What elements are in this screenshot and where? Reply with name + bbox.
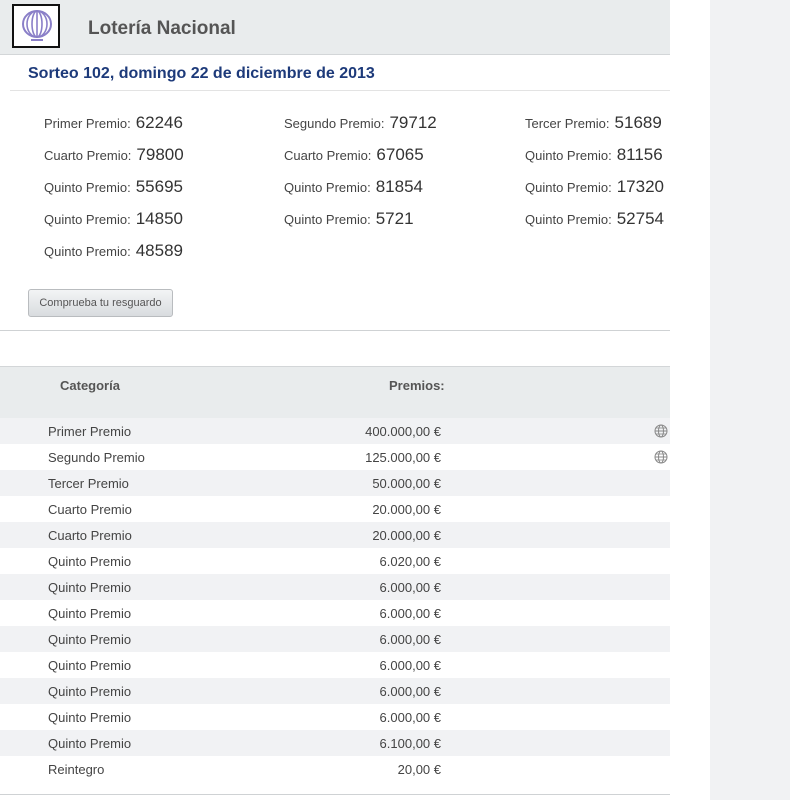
globe-icon[interactable] [654, 424, 668, 441]
row-category: Quinto Premio [48, 632, 132, 647]
prize-number: 62246 [135, 113, 183, 132]
prize-result: Quinto Premio: 81854 [284, 177, 423, 197]
prize-number: 81854 [375, 177, 423, 196]
table-row: Quinto Premio 6.100,00 € [0, 730, 670, 756]
table-row: Quinto Premio 6.000,00 € [0, 574, 670, 600]
draw-title: Sorteo 102, domingo 22 de diciembre de 2… [28, 65, 375, 82]
prize-result: Quinto Premio: 17320 [525, 177, 664, 197]
app-title: Lotería Nacional [88, 18, 236, 39]
prize-number: 51689 [614, 113, 662, 132]
row-category: Quinto Premio [48, 736, 132, 751]
table-row: Quinto Premio 6.000,00 € [0, 704, 670, 730]
prize-label: Quinto Premio: [284, 180, 371, 195]
prize-number: 79800 [136, 145, 184, 164]
column-header-category: Categoría [60, 378, 120, 393]
prize-label: Quinto Premio: [44, 212, 131, 227]
prize-result: Quinto Premio: 52754 [525, 209, 664, 229]
prize-number: 67065 [376, 145, 424, 164]
table-row: Quinto Premio 6.000,00 € [0, 652, 670, 678]
table-row: Primer Premio 400.000,00 € [0, 418, 670, 444]
row-category: Quinto Premio [48, 658, 132, 673]
prize-number: 17320 [616, 177, 664, 196]
prize-label: Quinto Premio: [525, 212, 612, 227]
side-gutter [710, 0, 790, 800]
table-header: Categoría Premios: [0, 366, 670, 419]
prize-label: Quinto Premio: [525, 180, 612, 195]
prize-number: 52754 [616, 209, 664, 228]
row-amount: 400.000,00 € [365, 424, 441, 439]
prize-label: Segundo Premio: [284, 116, 385, 131]
prize-result: Cuarto Premio: 79800 [44, 145, 184, 165]
table-row: Segundo Premio 125.000,00 € [0, 444, 670, 470]
prize-label: Quinto Premio: [44, 244, 131, 259]
prize-number: 14850 [135, 209, 183, 228]
row-amount: 6.000,00 € [379, 632, 441, 647]
prize-label: Quinto Premio: [525, 148, 612, 163]
prize-number: 48589 [135, 241, 183, 260]
globe-logo-icon [22, 10, 52, 41]
prize-number: 79712 [389, 113, 437, 132]
table-row: Quinto Premio 6.000,00 € [0, 678, 670, 704]
row-amount: 6.000,00 € [379, 658, 441, 673]
row-amount: 6.000,00 € [379, 684, 441, 699]
prize-result: Tercer Premio: 51689 [525, 113, 662, 133]
row-category: Quinto Premio [48, 606, 132, 621]
row-amount: 20.000,00 € [372, 502, 441, 517]
prize-result: Quinto Premio: 14850 [44, 209, 183, 229]
prize-result: Quinto Premio: 55695 [44, 177, 183, 197]
table-row: Quinto Premio 6.000,00 € [0, 600, 670, 626]
row-amount: 6.000,00 € [379, 606, 441, 621]
globe-icon[interactable] [654, 450, 668, 467]
prize-result: Segundo Premio: 79712 [284, 113, 437, 133]
table-row: Cuarto Premio 20.000,00 € [0, 496, 670, 522]
prize-label: Quinto Premio: [284, 212, 371, 227]
row-amount: 6.100,00 € [379, 736, 441, 751]
row-amount: 50.000,00 € [372, 476, 441, 491]
row-category: Quinto Premio [48, 580, 132, 595]
row-category: Quinto Premio [48, 554, 132, 569]
prize-result: Primer Premio: 62246 [44, 113, 183, 133]
table-row: Tercer Premio 50.000,00 € [0, 470, 670, 496]
row-category: Reintegro [48, 762, 105, 777]
prize-result: Quinto Premio: 48589 [44, 241, 183, 261]
row-category: Quinto Premio [48, 684, 132, 699]
row-category: Quinto Premio [48, 710, 132, 725]
header-bar: Lotería Nacional [0, 0, 670, 55]
row-category: Cuarto Premio [48, 502, 132, 517]
results-page: Lotería Nacional Sorteo 102, domingo 22 … [0, 0, 670, 800]
prize-label: Tercer Premio: [525, 116, 610, 131]
prize-table: Primer Premio 400.000,00 € Segundo Premi… [0, 418, 670, 782]
prize-label: Primer Premio: [44, 116, 131, 131]
loteria-logo [12, 4, 60, 48]
divider [10, 90, 670, 91]
row-amount: 20.000,00 € [372, 528, 441, 543]
prize-result: Quinto Premio: 81156 [525, 145, 663, 165]
prize-label: Cuarto Premio: [44, 148, 132, 163]
prize-number: 81156 [616, 145, 663, 164]
row-amount: 6.000,00 € [379, 580, 441, 595]
row-amount: 6.020,00 € [379, 554, 441, 569]
column-header-prizes: Premios: [389, 378, 445, 393]
row-category: Segundo Premio [48, 450, 145, 465]
row-category: Tercer Premio [48, 476, 129, 491]
check-ticket-button[interactable]: Comprueba tu resguardo [28, 289, 173, 317]
table-row: Quinto Premio 6.020,00 € [0, 548, 670, 574]
prize-result: Quinto Premio: 5721 [284, 209, 414, 229]
row-amount: 125.000,00 € [365, 450, 441, 465]
prize-number: 5721 [375, 209, 414, 228]
row-category: Cuarto Premio [48, 528, 132, 543]
table-row: Cuarto Premio 20.000,00 € [0, 522, 670, 548]
table-row: Quinto Premio 6.000,00 € [0, 626, 670, 652]
prize-label: Quinto Premio: [44, 180, 131, 195]
prize-number: 55695 [135, 177, 183, 196]
row-amount: 20,00 € [397, 762, 441, 777]
table-row: Reintegro 20,00 € [0, 756, 670, 782]
row-amount: 6.000,00 € [379, 710, 441, 725]
prize-label: Cuarto Premio: [284, 148, 372, 163]
prize-result: Cuarto Premio: 67065 [284, 145, 424, 165]
row-category: Primer Premio [48, 424, 132, 439]
divider [0, 330, 670, 331]
divider [0, 794, 670, 795]
